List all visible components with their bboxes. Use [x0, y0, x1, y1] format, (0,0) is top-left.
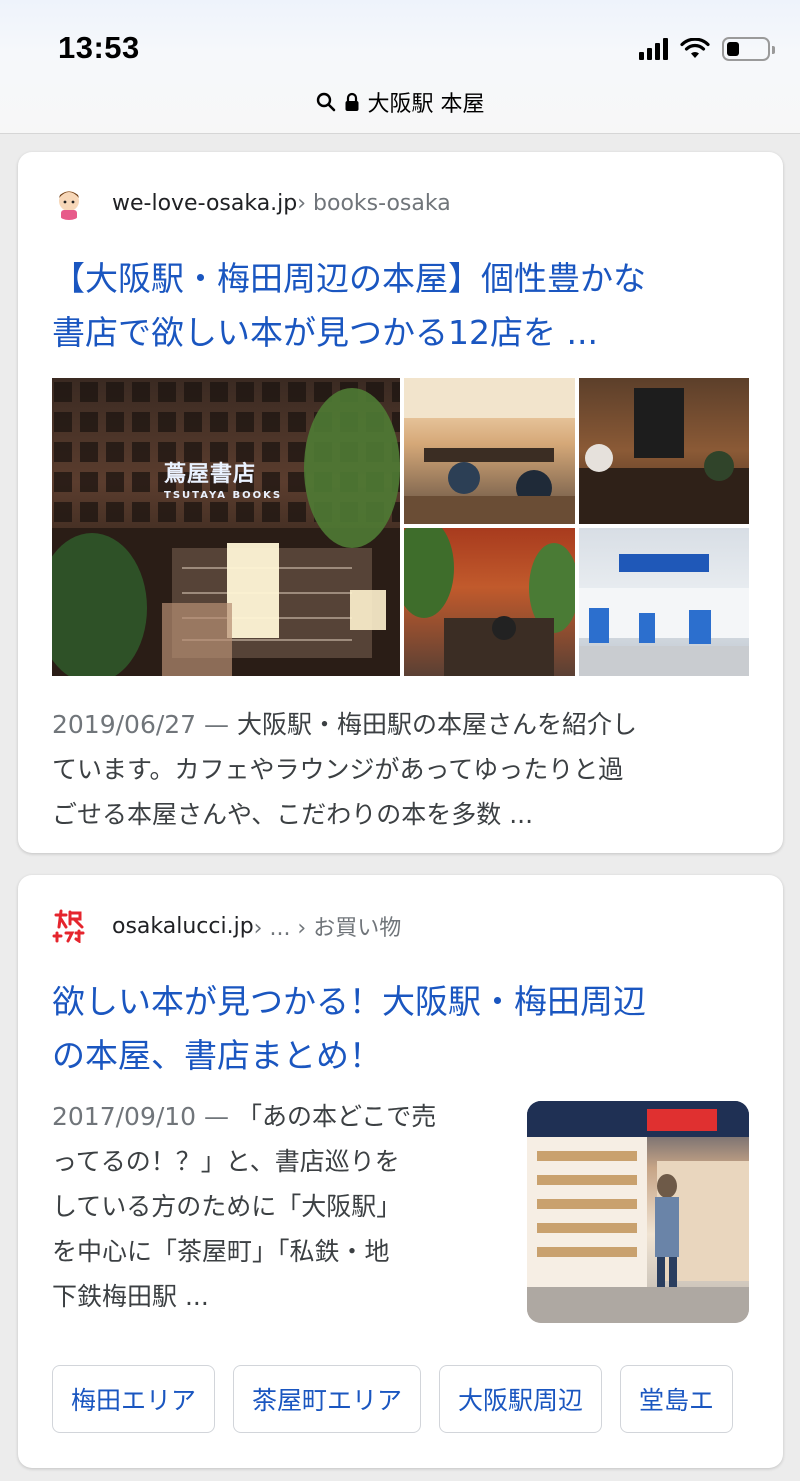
snippet-line: ています。カフェやラウンジがあってゆったりと過 — [52, 755, 624, 784]
snippet-line: ってるの！？」と、書店巡りを — [52, 1147, 400, 1176]
lock-icon — [345, 92, 358, 111]
site-favicon — [52, 186, 86, 220]
store-sign-sub: TSUTAYA BOOKS — [164, 490, 283, 501]
result-dash: — — [196, 710, 237, 739]
status-time: 13:53 — [58, 30, 140, 65]
bookstore-cafe-photo[interactable] — [404, 378, 575, 524]
result-date: 2017/09/10 — [52, 1102, 197, 1131]
signal-icon — [639, 38, 668, 60]
result-thumbnail[interactable] — [527, 1101, 749, 1323]
snippet-line: 下鉄梅田駅 ... — [52, 1282, 209, 1311]
result-title-link[interactable]: 欲しい本が見つかる！大阪駅・梅田周辺 の本屋、書店まとめ！ — [52, 975, 752, 1083]
result-snippet: 2017/09/10 — 「あの本どこで売 ってるの！？」と、書店巡りを してい… — [52, 1094, 512, 1319]
snippet-line: 「あの本どこで売 — [237, 1102, 437, 1131]
result-snippet: 2019/06/27 — 大阪駅・梅田駅の本屋さんを紹介し ています。カフェやラ… — [52, 702, 637, 837]
related-chips: 梅田エリア 茶屋町エリア 大阪駅周辺 堂島エ — [52, 1365, 734, 1433]
result-dash: — — [196, 1102, 237, 1131]
snippet-line: ごせる本屋さんや、こだわりの本を多数 ... — [52, 800, 534, 829]
bookstore-terrace-photo[interactable] — [404, 528, 575, 676]
search-result-card: we-love-osaka.jp › books-osaka 【大阪駅・梅田周辺… — [18, 152, 783, 853]
result-image-grid[interactable]: 蔦屋書店 TSUTAYA BOOKS — [52, 378, 749, 676]
chip-chayamachi-area[interactable]: 茶屋町エリア — [233, 1365, 422, 1433]
browser-header: 13:53 大阪駅 本屋 — [0, 0, 800, 134]
address-bar[interactable]: 大阪駅 本屋 — [0, 84, 800, 120]
result-source[interactable]: osakalucci.jp › ... › お買い物 — [52, 909, 401, 943]
snippet-line: 大阪駅・梅田駅の本屋さんを紹介し — [237, 710, 638, 739]
bookstore-photo-main[interactable]: 蔦屋書店 TSUTAYA BOOKS — [52, 378, 400, 676]
bookstore-entrance-photo[interactable] — [579, 528, 749, 676]
result-domain: we-love-osaka.jp — [112, 190, 298, 216]
chip-umeda-area[interactable]: 梅田エリア — [52, 1365, 216, 1433]
chip-osaka-station-area[interactable]: 大阪駅周辺 — [439, 1365, 603, 1433]
address-query: 大阪駅 本屋 — [367, 92, 485, 117]
battery-icon — [722, 37, 775, 61]
result-title-line: の本屋、書店まとめ！ — [52, 1036, 382, 1075]
result-title-link[interactable]: 【大阪駅・梅田周辺の本屋】個性豊かな 書店で欲しい本が見つかる12店を ... — [52, 252, 752, 360]
result-domain: osakalucci.jp — [112, 913, 254, 939]
search-result-card: osakalucci.jp › ... › お買い物 欲しい本が見つかる！大阪駅… — [18, 875, 783, 1468]
result-title-line: 【大阪駅・梅田周辺の本屋】個性豊かな — [52, 259, 646, 298]
search-icon — [316, 92, 335, 112]
status-icons — [639, 34, 775, 64]
bookstore-counter-photo[interactable] — [579, 378, 749, 524]
site-favicon — [52, 909, 86, 943]
result-breadcrumb: › ... › お買い物 — [253, 916, 402, 941]
chip-dojima-area[interactable]: 堂島エ — [620, 1365, 734, 1433]
wifi-icon — [680, 38, 710, 58]
snippet-line: を中心に「茶屋町」「私鉄・地 — [52, 1237, 390, 1266]
store-sign: 蔦屋書店 TSUTAYA BOOKS — [164, 461, 283, 501]
result-date: 2019/06/27 — [52, 710, 197, 739]
result-title-line: 欲しい本が見つかる！大阪駅・梅田周辺 — [52, 982, 646, 1021]
snippet-line: している方のために「大阪駅」 — [52, 1192, 402, 1221]
result-title-line: 書店で欲しい本が見つかる12店を ... — [52, 313, 598, 352]
result-breadcrumb: › books-osaka — [297, 190, 451, 216]
result-source[interactable]: we-love-osaka.jp › books-osaka — [52, 186, 451, 220]
